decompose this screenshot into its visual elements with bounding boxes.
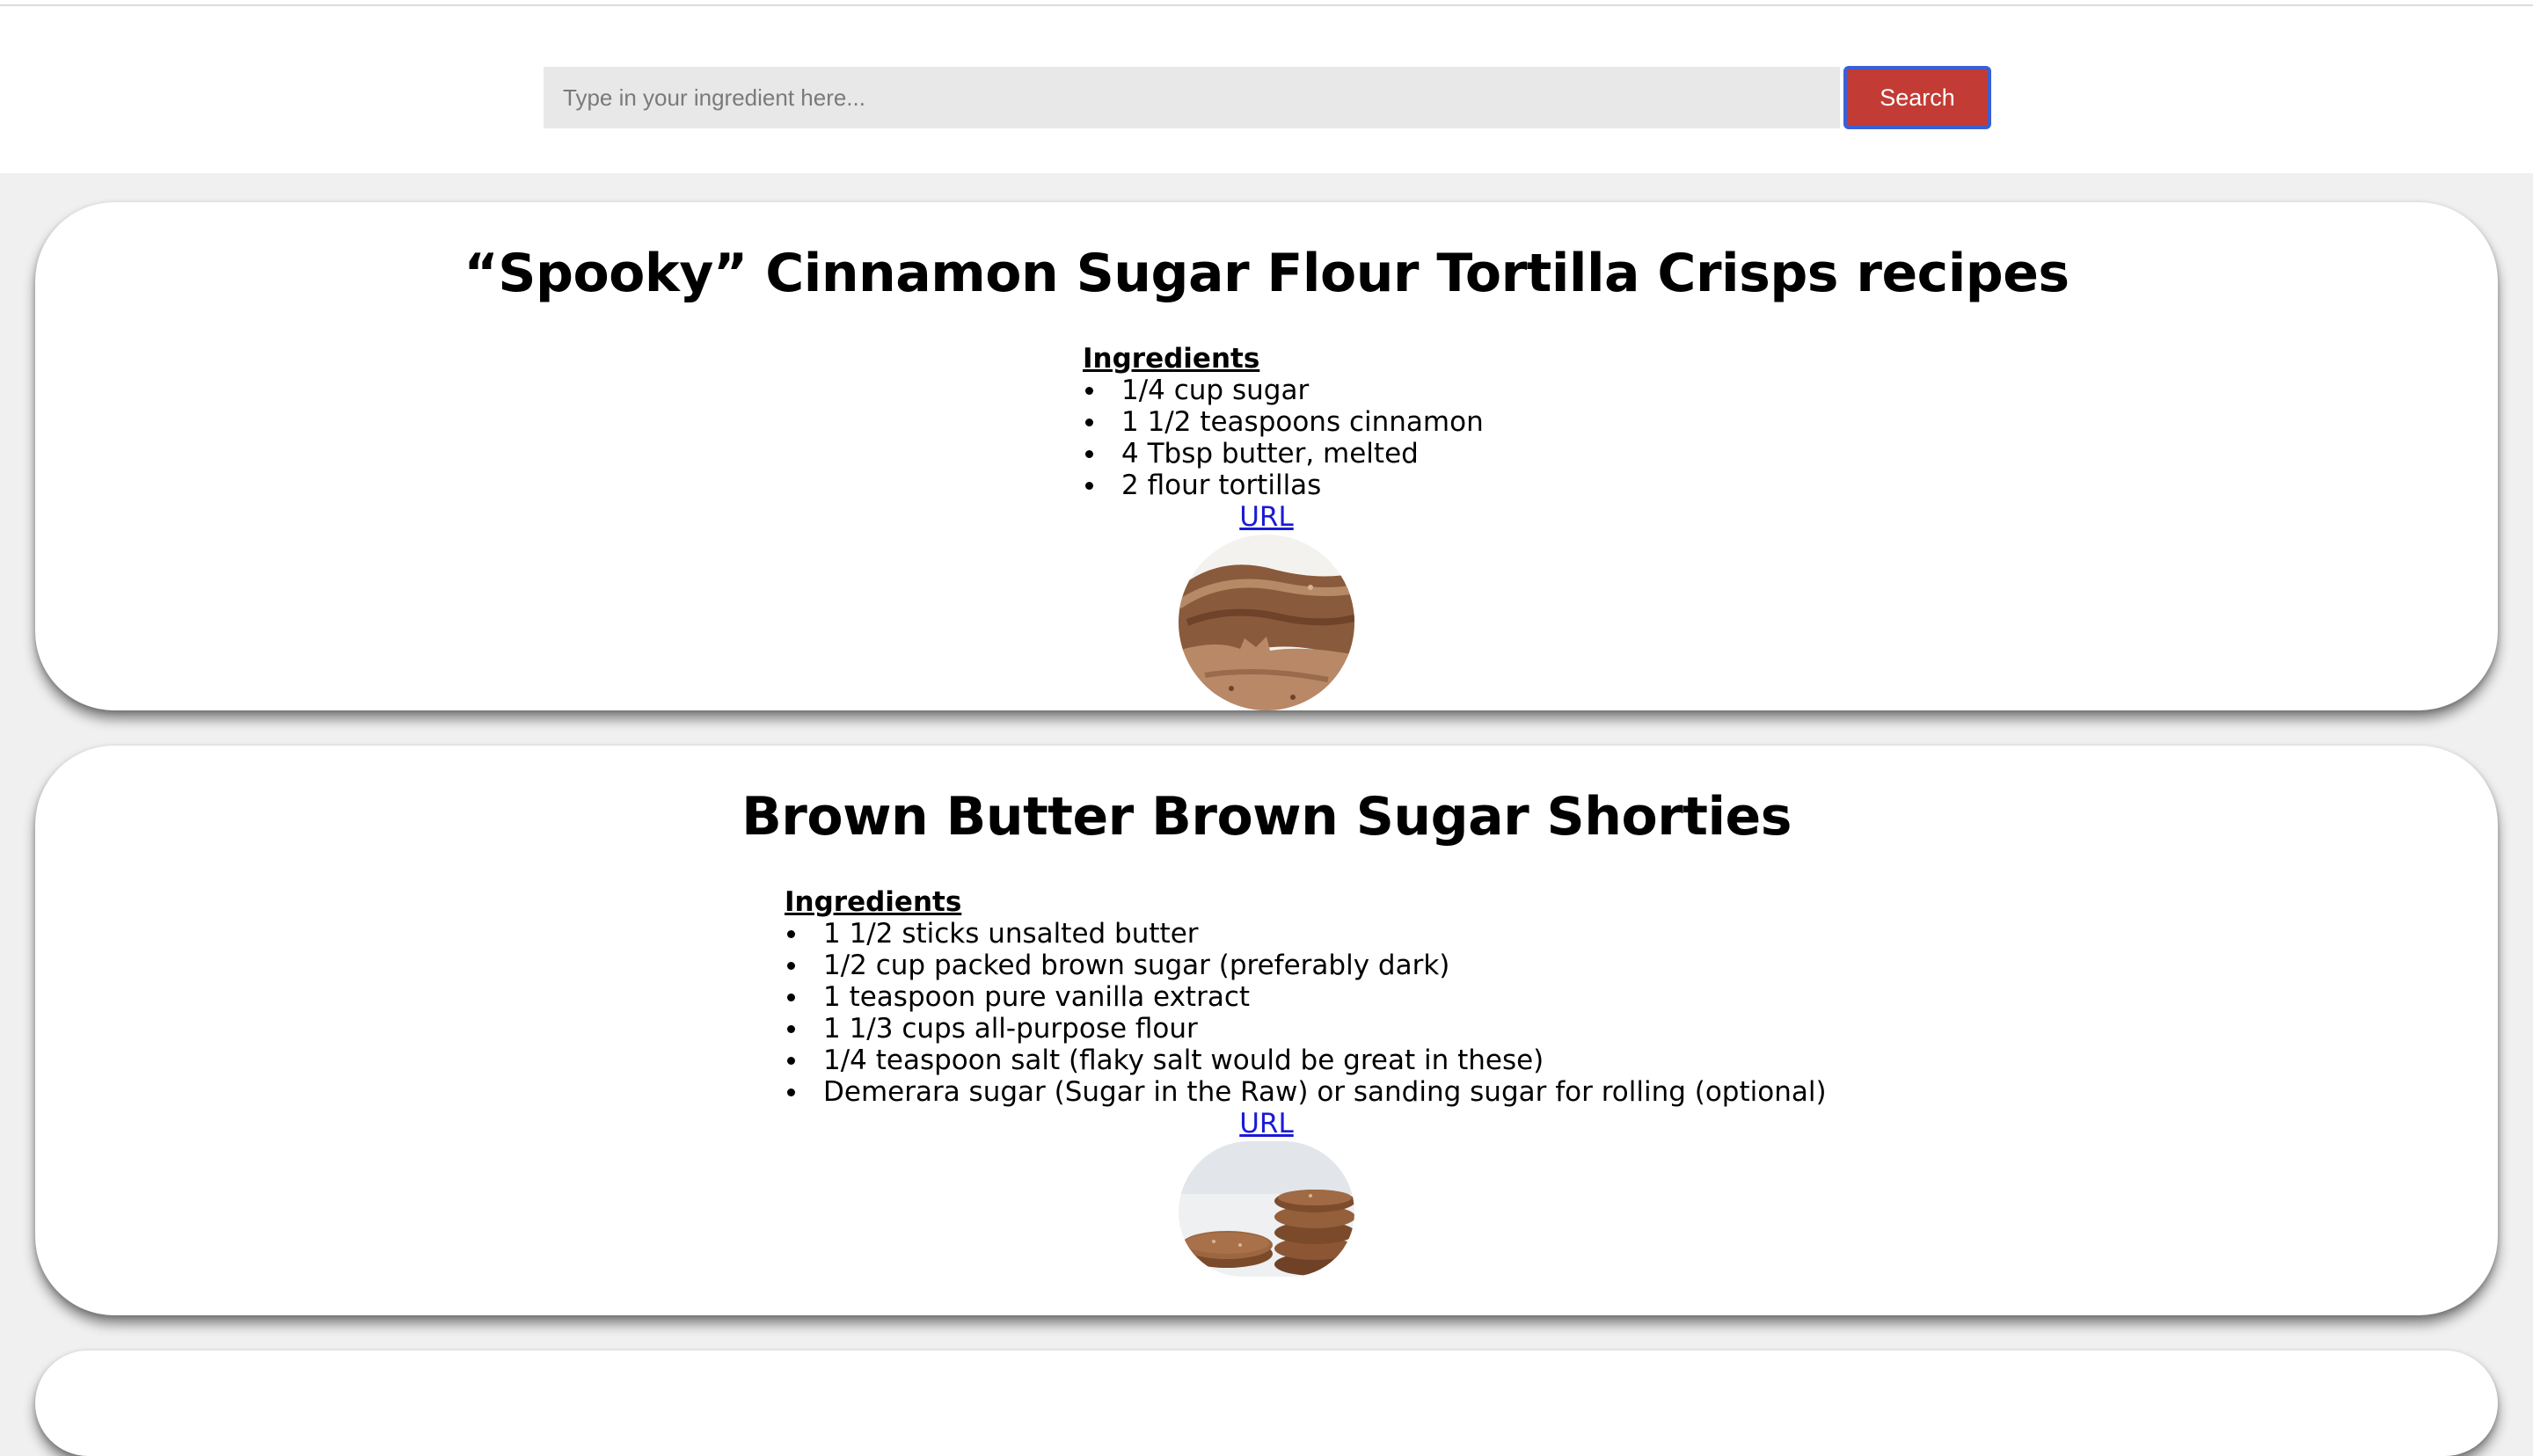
recipe-title: “Spooky” Cinnamon Sugar Flour Tortilla C… [464,243,2069,304]
ingredients-list: 1/4 cup sugar 1 1/2 teaspoons cinnamon 4… [1083,375,1484,501]
top-border [0,0,2533,6]
ingredient-item: 1/4 cup sugar [1083,375,1484,406]
ingredient-item: 2 flour tortillas [1083,470,1484,501]
shortbread-cookies-photo-icon [1179,1141,1354,1277]
ingredient-item: 1/2 cup packed brown sugar (preferably d… [785,950,1827,981]
recipe-url-link[interactable]: URL [35,1108,2498,1139]
ingredient-item: 1/4 teaspoon salt (flaky salt would be g… [785,1045,1827,1076]
ingredient-item: 1 teaspoon pure vanilla extract [785,981,1827,1013]
ingredient-item: Demerara sugar (Sugar in the Raw) or san… [785,1076,1827,1108]
ingredient-item: 1 1/2 sticks unsalted butter [785,918,1827,950]
tortilla-crisps-photo-icon [1179,535,1354,710]
ingredient-item: 4 Tbsp butter, melted [1083,438,1484,470]
ingredients-heading: Ingredients [785,886,962,918]
recipe-card: Brown Butter Brown Sugar Shorties Ingred… [35,746,2498,1315]
ingredients-section: Ingredients 1/4 cup sugar 1 1/2 teaspoon… [1083,343,1484,501]
ingredients-heading: Ingredients [1083,343,1260,375]
recipe-image [1179,1141,1354,1277]
ingredients-list: 1 1/2 sticks unsalted butter 1/2 cup pac… [785,918,1827,1108]
search-input[interactable] [544,67,1840,128]
ingredient-item: 1 1/3 cups all-purpose flour [785,1013,1827,1045]
recipe-card: “Spooky” Cinnamon Sugar Flour Tortilla C… [35,202,2498,710]
ingredients-section: Ingredients 1 1/2 sticks unsalted butter… [785,886,1827,1108]
search-bar: Search [544,66,1991,129]
ingredient-item: 1 1/2 teaspoons cinnamon [1083,406,1484,438]
recipe-card [35,1350,2498,1456]
search-button[interactable]: Search [1843,66,1991,129]
recipe-title: Brown Butter Brown Sugar Shorties [741,786,1792,848]
recipe-url-link[interactable]: URL [35,501,2498,533]
recipe-image [1179,535,1354,710]
